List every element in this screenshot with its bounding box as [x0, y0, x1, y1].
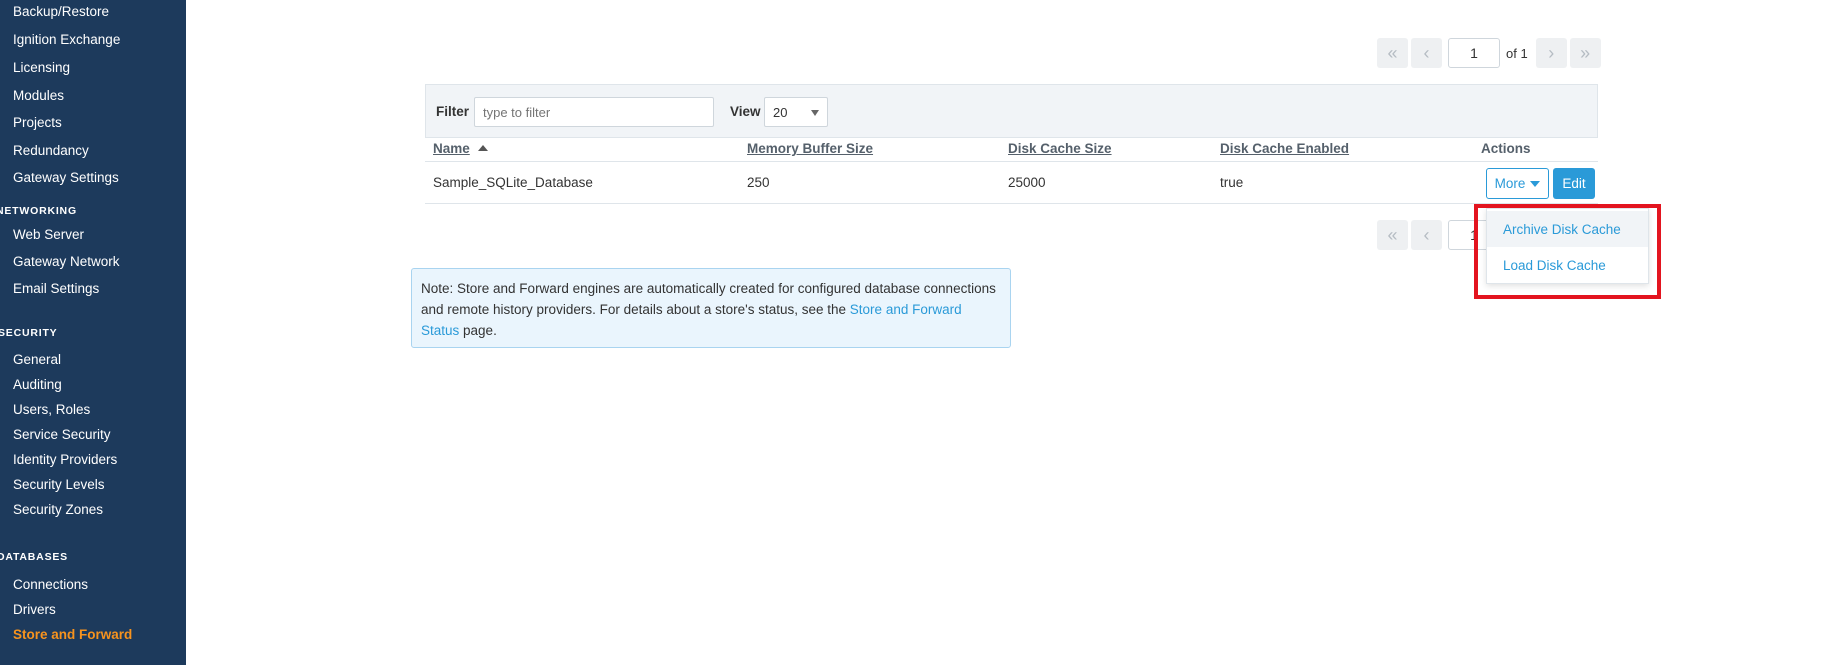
- next-page-button[interactable]: ›: [1535, 38, 1567, 68]
- sidebar-item-gateway-settings[interactable]: Gateway Settings: [13, 170, 119, 185]
- sidebar-item-gateway-network[interactable]: Gateway Network: [13, 254, 120, 269]
- column-header-name[interactable]: Name: [433, 141, 488, 156]
- view-count-select[interactable]: 20: [764, 97, 828, 127]
- info-note: Note: Store and Forward engines are auto…: [411, 268, 1011, 348]
- sidebar-section-security: SECURITY: [0, 327, 58, 339]
- sort-ascending-icon: [477, 145, 488, 151]
- note-text-end: page.: [459, 323, 497, 338]
- sidebar-item-redundancy[interactable]: Redundancy: [13, 143, 89, 158]
- column-header-disk-cache-enabled[interactable]: Disk Cache Enabled: [1220, 141, 1349, 156]
- sidebar-item-modules[interactable]: Modules: [13, 88, 64, 103]
- sidebar-item-email-settings[interactable]: Email Settings: [13, 281, 99, 296]
- pagination-top: « ‹ of 1 › »: [1377, 38, 1604, 68]
- page-count-label: of 1: [1506, 45, 1528, 61]
- sidebar-section-networking: NETWORKING: [0, 205, 77, 217]
- last-page-button[interactable]: »: [1569, 38, 1601, 68]
- sidebar-item-general[interactable]: General: [13, 352, 61, 367]
- more-button[interactable]: More: [1486, 168, 1549, 199]
- filter-input[interactable]: [474, 97, 714, 127]
- sidebar-item-security-levels[interactable]: Security Levels: [13, 477, 105, 492]
- filter-label: Filter: [436, 104, 470, 119]
- column-header-actions: Actions: [1481, 141, 1531, 156]
- sidebar-item-projects[interactable]: Projects: [13, 115, 62, 130]
- sidebar-item-service-security[interactable]: Service Security: [13, 427, 111, 442]
- column-header-memory-buffer-size[interactable]: Memory Buffer Size: [747, 141, 873, 156]
- prev-page-button[interactable]: ‹: [1411, 38, 1442, 68]
- sidebar-item-identity-providers[interactable]: Identity Providers: [13, 452, 117, 467]
- view-label: View: [730, 104, 761, 119]
- sidebar-item-store-and-forward[interactable]: Store and Forward: [13, 627, 132, 642]
- cell-disk-cache-enabled: true: [1220, 175, 1244, 190]
- sidebar-item-web-server[interactable]: Web Server: [13, 227, 84, 242]
- sidebar-item-licensing[interactable]: Licensing: [13, 60, 70, 75]
- edit-button[interactable]: Edit: [1553, 168, 1595, 199]
- more-button-label: More: [1494, 176, 1526, 191]
- view-count-value: 20: [773, 105, 788, 120]
- filter-bar: Filter View 20: [425, 84, 1598, 138]
- sidebar-item-auditing[interactable]: Auditing: [13, 377, 62, 392]
- highlight-annotation-box: [1474, 204, 1661, 299]
- table-header-divider: [425, 161, 1598, 162]
- sidebar-item-users-roles[interactable]: Users, Roles: [13, 402, 90, 417]
- prev-page-button[interactable]: ‹: [1411, 220, 1442, 250]
- cell-memory-buffer-size: 250: [747, 175, 770, 190]
- column-header-disk-cache-size[interactable]: Disk Cache Size: [1008, 141, 1112, 156]
- caret-down-icon: [1530, 180, 1541, 187]
- column-header-name-label: Name: [433, 141, 470, 156]
- cell-disk-cache-size: 25000: [1008, 175, 1046, 190]
- page-number-input[interactable]: [1448, 38, 1500, 68]
- caret-down-icon: [811, 110, 819, 116]
- cell-name: Sample_SQLite_Database: [433, 175, 593, 190]
- table-row-divider: [425, 203, 1598, 204]
- sidebar-item-security-zones[interactable]: Security Zones: [13, 502, 103, 517]
- sidebar: Backup/Restore Ignition Exchange Licensi…: [0, 0, 186, 665]
- sidebar-item-drivers[interactable]: Drivers: [13, 602, 56, 617]
- sidebar-item-ignition-exchange[interactable]: Ignition Exchange: [13, 32, 120, 47]
- sidebar-section-databases: DATABASES: [0, 551, 68, 563]
- first-page-button[interactable]: «: [1377, 38, 1408, 68]
- sidebar-item-connections[interactable]: Connections: [13, 577, 88, 592]
- sidebar-item-backup-restore[interactable]: Backup/Restore: [13, 4, 109, 19]
- first-page-button[interactable]: «: [1377, 220, 1408, 250]
